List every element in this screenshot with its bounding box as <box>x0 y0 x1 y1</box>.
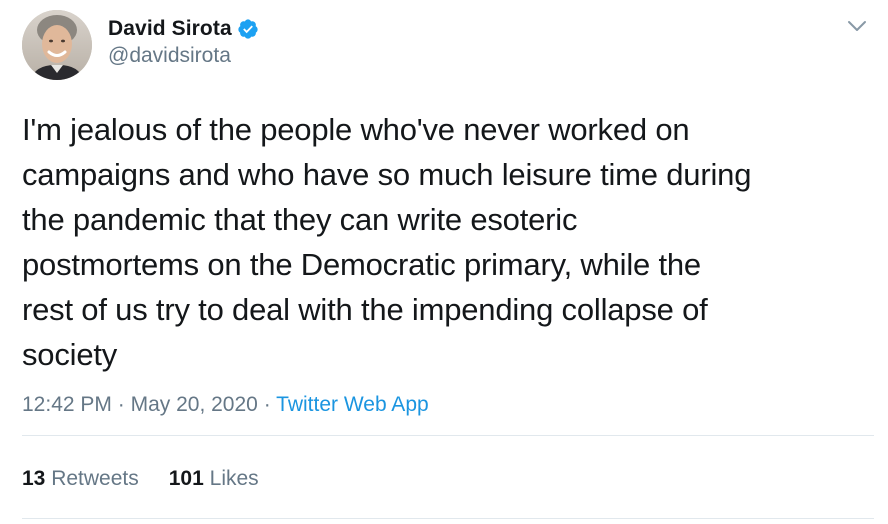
meta-separator: · <box>117 393 125 416</box>
retweets-count: 13 <box>22 467 46 490</box>
tweet-time[interactable]: 12:42 PM <box>22 393 112 416</box>
tweet-text: I'm jealous of the people who've never w… <box>22 112 752 372</box>
tweet-card: David Sirota @davidsirota I'm jealous of… <box>0 0 888 524</box>
avatar[interactable] <box>22 10 92 80</box>
retweets-stat[interactable]: 13 Retweets <box>22 467 139 491</box>
chevron-down-icon[interactable] <box>846 18 868 34</box>
display-name[interactable]: David Sirota <box>108 17 232 41</box>
divider <box>22 518 874 519</box>
retweets-label: Retweets <box>51 467 139 490</box>
likes-stat[interactable]: 101 Likes <box>169 467 259 491</box>
author-block: David Sirota @davidsirota <box>108 16 259 68</box>
tweet-meta: 12:42 PM · May 20, 2020 · Twitter Web Ap… <box>22 393 429 417</box>
name-row: David Sirota <box>108 16 259 42</box>
verified-badge-icon <box>238 19 258 39</box>
avatar-image <box>22 10 92 80</box>
tweet-stats: 13 Retweets 101 Likes <box>22 467 259 491</box>
divider <box>22 435 874 436</box>
likes-label: Likes <box>209 467 259 490</box>
user-handle[interactable]: @davidsirota <box>108 44 259 68</box>
meta-separator: · <box>263 393 271 416</box>
tweet-source-link[interactable]: Twitter Web App <box>276 393 429 416</box>
likes-count: 101 <box>168 467 204 490</box>
tweet-date[interactable]: May 20, 2020 <box>131 393 258 416</box>
